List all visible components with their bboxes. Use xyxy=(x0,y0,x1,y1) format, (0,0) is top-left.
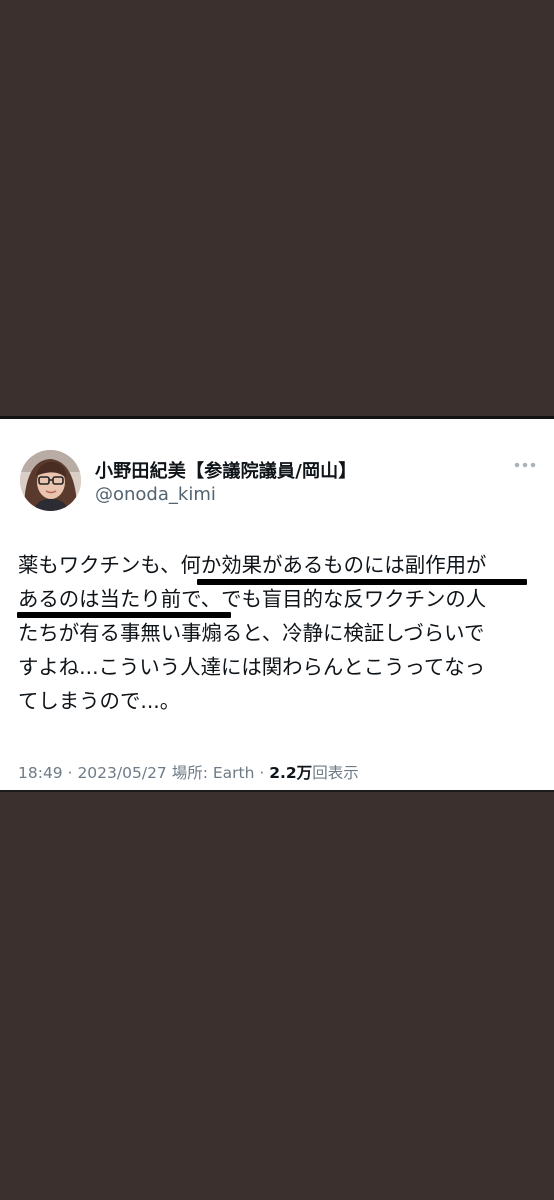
user-handle[interactable]: @onoda_kimi xyxy=(95,484,216,505)
tweet-metadata: 18:49 · 2023/05/27 場所: Earth · 2.2万回表示 xyxy=(18,761,359,783)
display-name[interactable]: 小野田紀美【参議院議員/岡山】 xyxy=(95,457,357,483)
avatar[interactable] xyxy=(20,450,81,511)
timestamp-location[interactable]: 18:49 · 2023/05/27 場所: Earth · xyxy=(18,764,269,782)
views-count: 2.2万 xyxy=(269,764,313,782)
avatar-image xyxy=(20,450,81,511)
tweet-text-line: 薬もワクチンも、何か効果があるものには副作用が xyxy=(18,553,487,577)
views-label: 回表示 xyxy=(312,764,359,782)
tweet-text-line: あるのは当たり前で、でも盲目的な反ワクチンの人 xyxy=(18,587,487,611)
tweet-text-line: すよね...こういう人達には関わらんとこうってなっ xyxy=(18,655,486,679)
tweet-text: 薬もワクチンも、何か効果があるものには副作用が あるのは当たり前で、でも盲目的な… xyxy=(18,548,538,718)
tweet-text-line: たちが有る事無い事煽ると、冷静に検証しづらいで xyxy=(18,621,485,645)
tweet-card[interactable]: 小野田紀美【参議院議員/岡山】 @onoda_kimi 薬もワクチンも、何か効果… xyxy=(0,416,554,792)
highlight-underline xyxy=(17,612,231,618)
tweet-text-line: てしまうので...。 xyxy=(18,689,181,713)
highlight-underline xyxy=(197,579,527,585)
more-horizontal-icon[interactable] xyxy=(514,461,536,469)
